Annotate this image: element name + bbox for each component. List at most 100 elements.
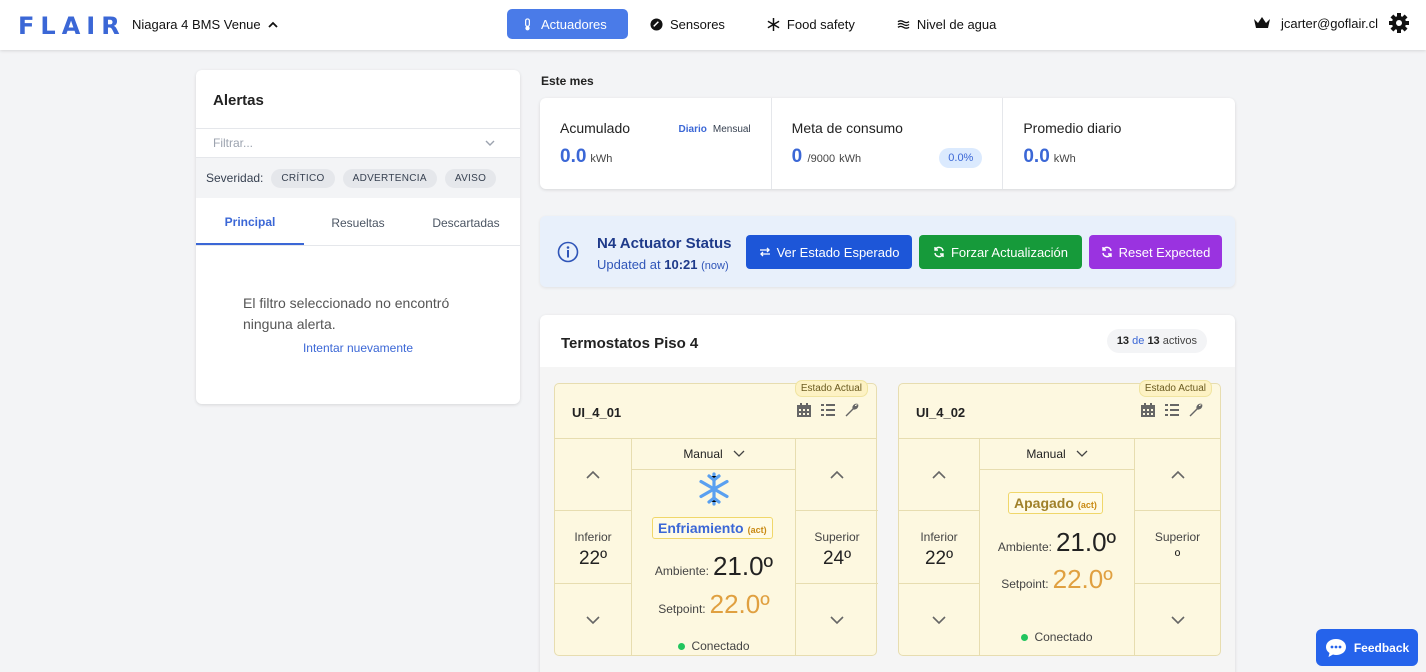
lower-decrease-button[interactable]	[555, 583, 631, 655]
state-label: Apagado	[1014, 495, 1074, 511]
lower-increase-button[interactable]	[555, 439, 631, 511]
value-unit: kWh	[839, 153, 862, 165]
info-icon	[557, 241, 579, 263]
thermometer-icon	[525, 17, 530, 30]
lower-increase-button[interactable]	[899, 439, 979, 511]
chevron-down-icon	[830, 615, 844, 624]
chevron-down-icon	[1170, 615, 1185, 624]
chevron-down-icon[interactable]	[484, 137, 496, 149]
lower-value: 22º	[924, 548, 954, 569]
ambient-reading: Ambiente: 21.0º	[632, 551, 796, 582]
card-actions	[1140, 402, 1204, 418]
mode-label: Manual	[1026, 447, 1066, 461]
user-menu[interactable]: jcarter@goflair.cl	[1253, 12, 1410, 34]
nav-food-safety[interactable]: Food safety	[753, 9, 875, 39]
state-tag: (act)	[747, 525, 767, 535]
value-number: 0	[791, 146, 803, 167]
month-section-title: Este mes	[541, 74, 594, 88]
feedback-label: Feedback	[1353, 640, 1410, 655]
upper-decrease-button[interactable]	[1135, 583, 1220, 655]
lower-label: Inferior	[574, 530, 612, 544]
tab-descartadas[interactable]: Descartadas	[412, 200, 520, 245]
mode-selector[interactable]: Manual	[980, 439, 1134, 470]
period-toggle: Diario Mensual	[679, 124, 751, 135]
card-actions	[796, 402, 860, 418]
force-update-button[interactable]: Forzar Actualización	[919, 235, 1082, 269]
gear-icon[interactable]	[1388, 12, 1410, 34]
list-icon[interactable]	[1164, 402, 1180, 418]
connection-label: Conectado	[1034, 630, 1093, 644]
mode-selector[interactable]: Manual	[632, 439, 796, 470]
of-text: de	[1132, 335, 1145, 347]
gauge-icon	[650, 17, 663, 31]
stat-title: Meta de consumo	[791, 120, 903, 136]
nav-nivel-agua[interactable]: Nivel de agua	[883, 9, 1017, 39]
view-expected-button[interactable]: Ver Estado Esperado	[746, 235, 912, 269]
nav-label: Nivel de agua	[916, 16, 997, 32]
updated-time: 10:21	[664, 257, 698, 272]
actuator-status-bar: N4 Actuator Status Updated at 10:21 (now…	[540, 216, 1235, 287]
mode-label: Manual	[683, 447, 723, 461]
wrench-icon[interactable]	[1188, 402, 1204, 418]
tab-resueltas[interactable]: Resueltas	[304, 200, 412, 245]
chevron-down-icon	[733, 450, 745, 457]
venue-name: Niagara 4 BMS Venue	[132, 17, 261, 32]
state-badge: Estado Actual	[794, 380, 868, 397]
alerts-filter-input[interactable]: Filtrar...	[196, 128, 520, 158]
thermostat-card: Estado Actual UI_4_02 Inferior 22º Manua…	[898, 380, 1221, 656]
setpoint-reading: Setpoint: 22.0º	[980, 564, 1134, 595]
nav-sensores[interactable]: Sensores	[636, 9, 745, 39]
lower-decrease-button[interactable]	[899, 583, 979, 655]
upper-value: 24º	[822, 548, 852, 569]
nav-label: Sensores	[670, 16, 725, 32]
user-email: jcarter@goflair.cl	[1280, 15, 1378, 31]
status-updated: Updated at 10:21 (now)	[597, 257, 729, 272]
calendar-icon[interactable]	[796, 402, 812, 418]
snowflake-icon	[767, 17, 780, 31]
upper-value: º	[1174, 548, 1181, 565]
flair-logo[interactable]: FLAIR	[18, 12, 126, 40]
connection-status: Conectado	[632, 639, 796, 653]
stat-title: Acumulado	[560, 120, 631, 136]
upper-increase-button[interactable]	[796, 439, 878, 511]
active-count: 13	[1116, 335, 1130, 347]
upper-setpoint: Superior º	[1135, 512, 1220, 582]
chevron-down-icon	[586, 615, 600, 624]
water-lines-icon	[897, 19, 910, 29]
upper-decrease-button[interactable]	[796, 583, 878, 655]
upper-setpoint-column: Superior 24º	[795, 439, 878, 655]
severity-chip-advertencia[interactable]: ADVERTENCIA	[342, 168, 437, 188]
chevron-down-icon	[1076, 450, 1088, 457]
severity-chip-critico[interactable]: CRÍTICO	[271, 168, 335, 188]
toggle-diario[interactable]: Diario	[679, 124, 707, 135]
hvac-state: Apagado (act)	[1008, 492, 1103, 514]
toggle-mensual[interactable]: Mensual	[713, 124, 751, 135]
alerts-panel: Alertas Filtrar... Severidad: CRÍTICO AD…	[196, 70, 520, 404]
nav-label: Food safety	[786, 16, 855, 32]
goal-percent-badge: 0.0%	[939, 148, 983, 168]
thermostat-name: UI_4_01	[572, 405, 622, 420]
thermostat-center: Manual Enfriamiento (act) Ambiente: 21.0º …	[632, 439, 796, 655]
tab-principal[interactable]: Principal	[196, 200, 304, 245]
value-unit: kWh	[590, 153, 613, 165]
upper-increase-button[interactable]	[1135, 439, 1220, 511]
nav-actuadores[interactable]: Actuadores	[507, 9, 628, 39]
venue-selector[interactable]: Niagara 4 BMS Venue	[132, 17, 279, 32]
wrench-icon[interactable]	[844, 402, 860, 418]
stat-value: 0.0 kWh	[560, 146, 612, 168]
stat-value: 0.0 kWh	[1023, 146, 1075, 168]
reset-expected-button[interactable]: Reset Expected	[1089, 235, 1222, 269]
connection-status: Conectado	[980, 630, 1134, 644]
retry-link[interactable]: Intentar nuevamente	[196, 341, 520, 355]
alerts-empty-message: El filtro seleccionado no encontró ningu…	[243, 295, 450, 332]
list-icon[interactable]	[820, 402, 836, 418]
updated-prefix: Updated at	[597, 257, 661, 272]
thermostats-title: Termostatos Piso 4	[561, 335, 699, 352]
chevron-up-icon	[830, 470, 844, 479]
severity-chip-aviso[interactable]: AVISO	[444, 168, 497, 188]
feedback-button[interactable]: Feedback	[1316, 629, 1418, 666]
thermostats-grid: Estado Actual UI_4_01 Inferior 22º Manua…	[540, 367, 1235, 672]
calendar-icon[interactable]	[1140, 402, 1156, 418]
setpoint-value: 22.0º	[1052, 564, 1113, 594]
ambient-reading: Ambiente: 21.0º	[980, 527, 1134, 558]
